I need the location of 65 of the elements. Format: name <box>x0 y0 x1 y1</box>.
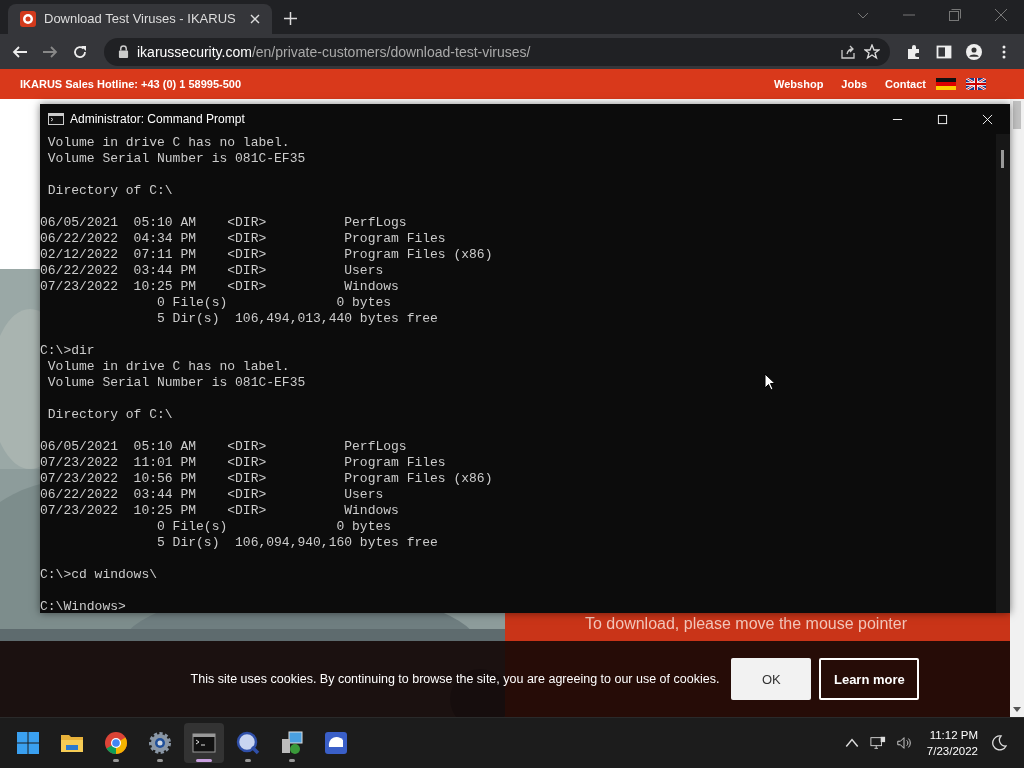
app-icon <box>324 731 348 756</box>
console-line: C:\>cd windows\ <box>40 567 158 584</box>
learn-more-button[interactable]: Learn more <box>819 658 920 701</box>
console-line: 06/05/2021 05:10 AM <DIR> PerfLogs <box>40 215 407 232</box>
nav-link[interactable]: Contact <box>885 78 926 91</box>
console-line: 02/12/2022 07:11 PM <DIR> Program Files (x86) <box>40 247 493 264</box>
restore-icon[interactable] <box>948 7 962 22</box>
window-title: Administrator: Command Prompt <box>70 112 245 127</box>
url-host: ikarussecurity.com <box>137 43 252 60</box>
speaker-icon[interactable] <box>895 735 912 752</box>
british-flag-icon[interactable] <box>966 78 986 91</box>
console-line: 07/23/2022 11:01 PM <DIR> Program Files <box>40 455 446 472</box>
console-line: 06/05/2021 05:10 AM <DIR> PerfLogs <box>40 439 407 456</box>
hotline-text: IKARUS Sales Hotline: +43 (0) 1 58995-500 <box>20 78 241 91</box>
page-scrollbar[interactable] <box>1010 99 1024 718</box>
console-line: 06/22/2022 03:44 PM <DIR> Users <box>40 487 384 504</box>
plus-icon[interactable] <box>284 11 297 25</box>
target-icon <box>20 10 36 27</box>
console-line: 07/23/2022 10:25 PM <DIR> Windows <box>40 279 399 296</box>
console-scrollbar[interactable] <box>996 134 1010 614</box>
console-line: C:\>dir <box>40 343 95 360</box>
console-line: Volume in drive C has no label. <box>46 135 290 152</box>
scrollbar-thumb[interactable] <box>1013 101 1021 130</box>
clock-time: 11:12 PM <box>929 728 978 744</box>
console-line: Volume Serial Number is 081C-EF35 <box>46 375 306 392</box>
gear-icon <box>148 731 172 756</box>
scroll-down-icon[interactable] <box>1013 707 1021 714</box>
console-icon <box>48 113 64 126</box>
terminal-icon <box>192 731 216 756</box>
terminal-taskbar-button[interactable] <box>184 723 224 764</box>
moon-icon[interactable] <box>991 735 1007 752</box>
installer-icon <box>280 731 304 756</box>
console-line: 5 Dir(s) 106,094,940,160 bytes free <box>156 535 438 552</box>
console-line: 07/23/2022 10:56 PM <DIR> Program Files (x86) <box>40 471 493 488</box>
maximize-icon[interactable] <box>937 113 948 125</box>
clock-date: 7/23/2022 <box>926 744 978 760</box>
browser-tab[interactable]: Download Test Viruses - IKARUS <box>8 3 272 34</box>
ok-button[interactable]: OK <box>731 658 812 701</box>
address-bar[interactable]: ikarussecurity.com/en/private-customers/download-test-viruses/ <box>104 37 890 66</box>
windows-logo-icon <box>16 731 40 756</box>
console-line: Directory of C:\ <box>46 183 173 200</box>
download-instructions: To download, please move the mouse pointer <box>585 615 908 634</box>
console-line: 06/22/2022 03:44 PM <DIR> Users <box>40 263 384 280</box>
german-flag-icon[interactable] <box>936 78 956 91</box>
url-path: /en/private-customers/download-test-viruses/ <box>251 43 531 60</box>
console-line: 0 File(s) 0 bytes <box>156 295 392 312</box>
console-line: Volume Serial Number is 081C-EF35 <box>46 151 306 168</box>
browser-icon <box>104 731 128 756</box>
nav-link[interactable]: Webshop <box>774 78 824 91</box>
mouse-cursor-icon <box>764 373 776 392</box>
magnifier-icon <box>236 731 260 756</box>
system-clock[interactable]: 11:12 PM 7/23/2022 <box>926 727 978 760</box>
console-line: 06/22/2022 04:34 PM <DIR> Program Files <box>40 231 446 248</box>
tab-title: Download Test Viruses - IKARUS <box>44 11 237 27</box>
console-line: 07/23/2022 10:25 PM <DIR> Windows <box>40 503 399 520</box>
network-icon[interactable] <box>869 735 886 752</box>
console-line: 0 File(s) 0 bytes <box>156 519 392 536</box>
lock-icon <box>118 45 129 59</box>
nav-link[interactable]: Jobs <box>841 78 868 91</box>
cookie-notice: This site uses cookies. By continuing to browse the site, you are agreeing to our use of cookies. <box>190 672 720 687</box>
console-line: Volume in drive C has no label. <box>46 359 290 376</box>
console-line: 5 Dir(s) 106,494,013,440 bytes free <box>156 311 438 328</box>
command-prompt-window[interactable] <box>40 104 1010 614</box>
console-line: Directory of C:\ <box>46 407 173 424</box>
console-line: C:\Windows> <box>40 599 126 614</box>
